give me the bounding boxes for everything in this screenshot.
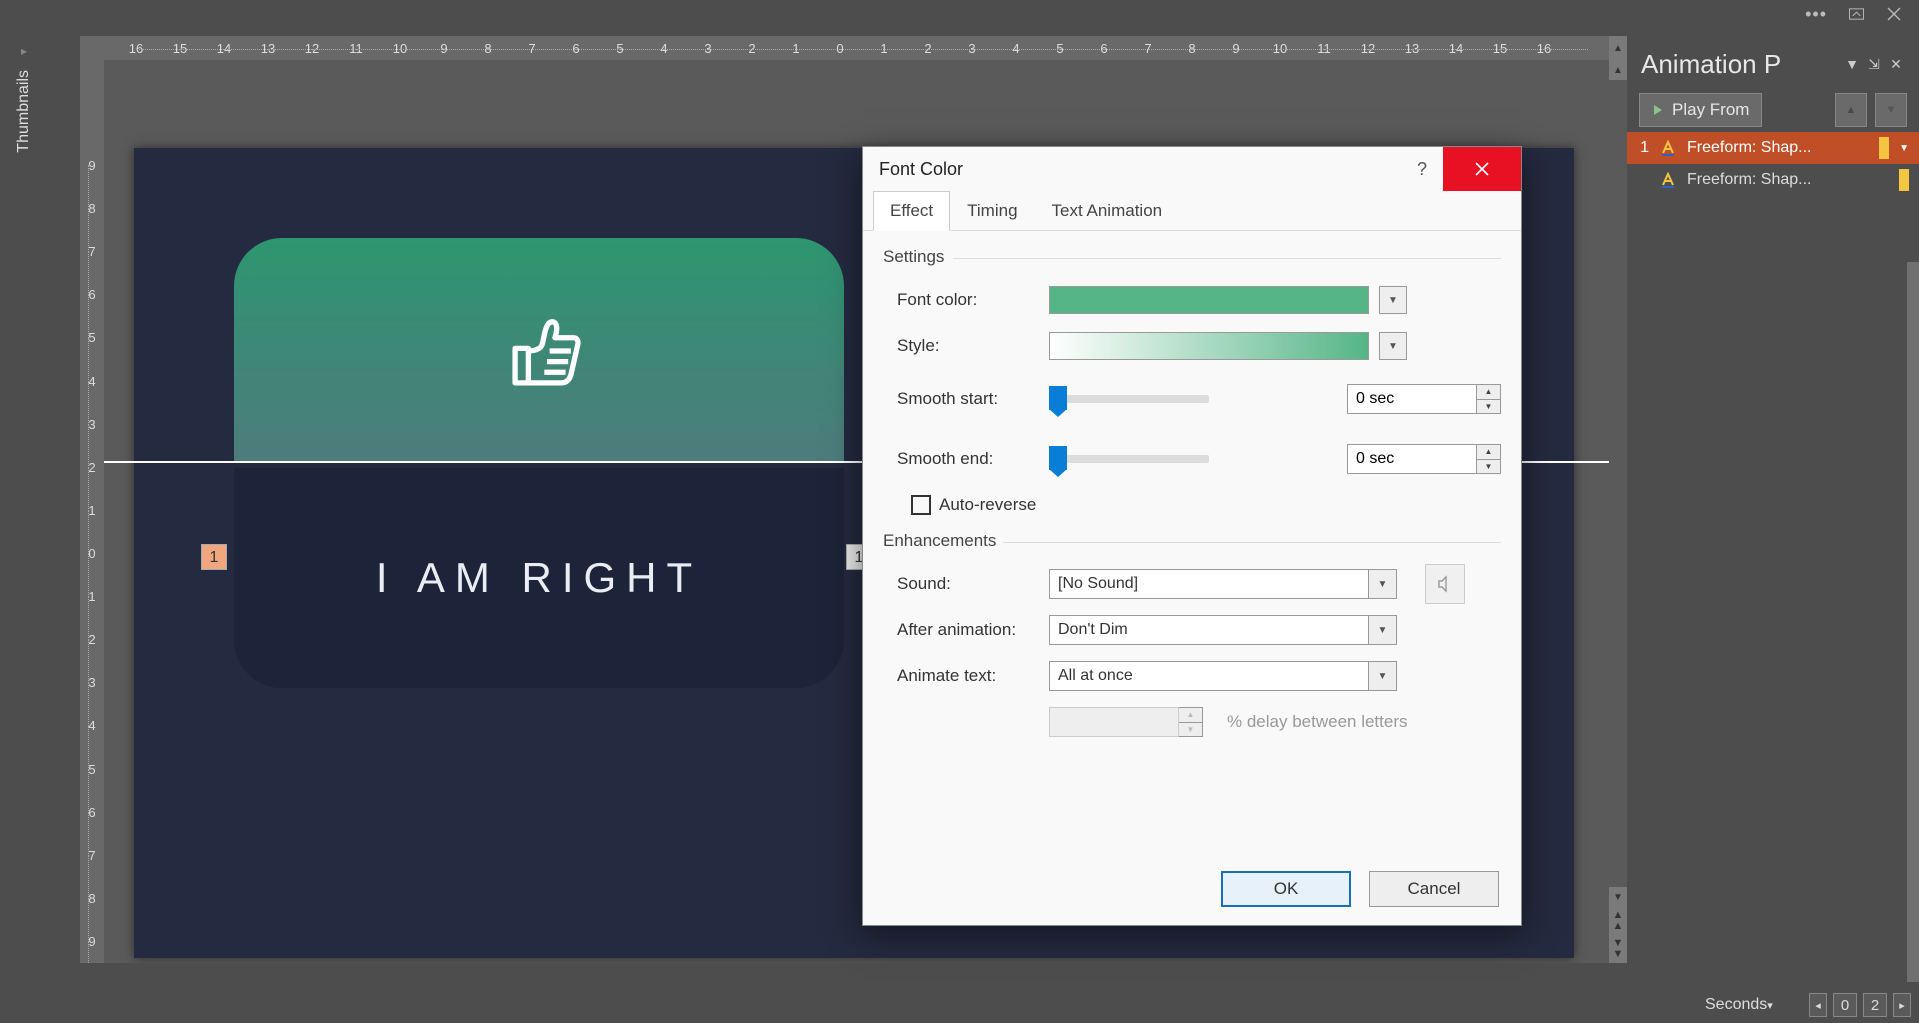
animation-pane: Animation P ▼ ⇲ ✕ Play From ▲ ▼ 1 Freefo… [1627,40,1919,1023]
timeline-scroll-right-button[interactable]: ▸ [1893,993,1911,1017]
next-slide-button[interactable]: ▼▼ [1609,935,1627,963]
thumbs-up-icon [494,308,584,393]
smooth-end-spinner[interactable]: ▲▼ [1477,444,1501,474]
animation-pane-header: Animation P ▼ ⇲ ✕ [1627,40,1919,88]
help-button[interactable]: ? [1401,159,1443,180]
delay-spinner: ▲▼ [1179,707,1203,737]
auto-reverse-checkbox[interactable]: Auto-reverse [911,495,1501,515]
smooth-start-spinner[interactable]: ▲▼ [1477,384,1501,414]
vscroll-down-button[interactable]: ▼ [1609,887,1627,907]
cancel-button[interactable]: Cancel [1369,871,1499,907]
enhancements-group-label: Enhancements [883,531,1501,551]
pane-move-icon[interactable]: ⇲ [1865,55,1883,73]
vscroll-up-button[interactable]: ▲ [1609,60,1627,80]
animate-text-label: Animate text: [897,666,1049,686]
tab-timing[interactable]: Timing [950,191,1034,230]
checkbox-icon [911,495,931,515]
font-color-swatch[interactable] [1049,286,1369,314]
reorder-up-button[interactable]: ▲ [1835,93,1867,127]
font-color-animation-icon [1659,139,1677,157]
animation-list-item[interactable]: 1 Freeform: Shap... ▼ [1627,132,1919,164]
dialog-tabs: Effect Timing Text Animation [863,191,1521,231]
timeline-scroll-left-button[interactable]: ◂ [1809,993,1827,1017]
animation-timeline-bar[interactable] [1879,137,1889,159]
chevron-right-icon: ▸ [21,44,27,58]
ribbon-options-button[interactable]: ••• [1805,4,1827,25]
font-color-label: Font color: [897,290,1049,310]
font-color-dropdown[interactable]: ▼ [1379,286,1407,314]
after-animation-label: After animation: [897,620,1049,640]
smooth-end-slider[interactable] [1049,455,1209,463]
reorder-down-button[interactable]: ▼ [1875,93,1907,127]
delay-input [1049,707,1179,737]
animation-list: 1 Freeform: Shap... ▼ Freeform: Shap... [1627,132,1919,987]
animation-list-item[interactable]: Freeform: Shap... [1627,164,1919,196]
hscroll-up-button[interactable]: ▲ [1609,36,1627,60]
animation-timeline-bar[interactable] [1899,169,1909,191]
pane-dropdown-icon[interactable]: ▼ [1843,55,1861,73]
font-color-animation-icon [1659,171,1677,189]
animation-item-label: Freeform: Shap... [1687,171,1889,189]
animation-tag-1[interactable]: 1 [201,544,227,570]
timeline-cell-2: 2 [1863,993,1887,1017]
animation-pane-scrollbar[interactable] [1907,262,1919,982]
animate-text-select[interactable]: All at once▼ [1049,661,1397,691]
tab-text-animation[interactable]: Text Animation [1035,191,1180,230]
ok-button[interactable]: OK [1221,871,1351,907]
animation-pane-title: Animation P [1641,49,1839,80]
shape-top-rounded[interactable] [234,238,844,463]
thumbnails-label: Thumbnails [15,70,33,153]
animation-item-label: Freeform: Shap... [1687,139,1869,157]
animation-pane-footer: Seconds▾ ◂ 0 2 ▸ [1627,987,1919,1023]
tab-effect[interactable]: Effect [873,191,950,231]
shape-bottom-rounded[interactable]: I AM RIGHT [234,468,844,688]
animation-item-number: 1 [1637,139,1649,157]
seconds-label[interactable]: Seconds▾ [1705,996,1773,1014]
thumbnails-panel-collapsed[interactable]: ▸ Thumbnails [0,40,48,740]
sound-select[interactable]: [No Sound]▼ [1049,569,1397,599]
auto-reverse-label: Auto-reverse [939,495,1036,515]
animation-pane-toolbar: Play From ▲ ▼ [1627,88,1919,132]
sound-label: Sound: [897,574,1049,594]
chevron-down-icon[interactable]: ▼ [1899,143,1909,154]
smooth-start-label: Smooth start: [897,389,1049,409]
vertical-ruler: 9876543210123456789 [80,60,104,963]
play-from-button[interactable]: Play From [1639,93,1762,127]
font-color-dialog: Font Color ? Effect Timing Text Animatio… [862,146,1522,926]
canvas-vscrollbar[interactable]: ▲ ▼ ▲▲ ▼▼ [1609,60,1627,963]
close-icon[interactable] [1886,8,1901,21]
dialog-body: Settings Font color: ▼ Style: ▼ Smooth s… [863,231,1521,853]
smooth-start-slider[interactable] [1049,395,1209,403]
dialog-footer: OK Cancel [863,853,1521,925]
delay-hint-label: % delay between letters [1227,712,1408,732]
sound-preview-button[interactable] [1425,564,1465,604]
dialog-title: Font Color [863,159,1401,180]
horizontal-ruler: 1615141312111098765432101234567891011121… [80,36,1609,60]
dialog-close-button[interactable] [1443,147,1521,191]
style-label: Style: [897,336,1049,356]
pane-close-icon[interactable]: ✕ [1887,55,1905,73]
smooth-end-label: Smooth end: [897,449,1049,469]
style-swatch[interactable] [1049,332,1369,360]
smooth-start-input[interactable] [1347,384,1477,414]
dialog-titlebar[interactable]: Font Color ? [863,147,1521,191]
after-animation-select[interactable]: Don't Dim▼ [1049,615,1397,645]
settings-group-label: Settings [883,247,1501,267]
slide-text: I AM RIGHT [376,554,702,602]
prev-slide-button[interactable]: ▲▲ [1609,907,1627,935]
timeline-cell-0: 0 [1833,993,1857,1017]
style-dropdown[interactable]: ▼ [1379,332,1407,360]
window-titlebar-controls: ••• [1805,0,1919,28]
ribbon-display-icon[interactable] [1849,8,1864,21]
smooth-end-input[interactable] [1347,444,1477,474]
